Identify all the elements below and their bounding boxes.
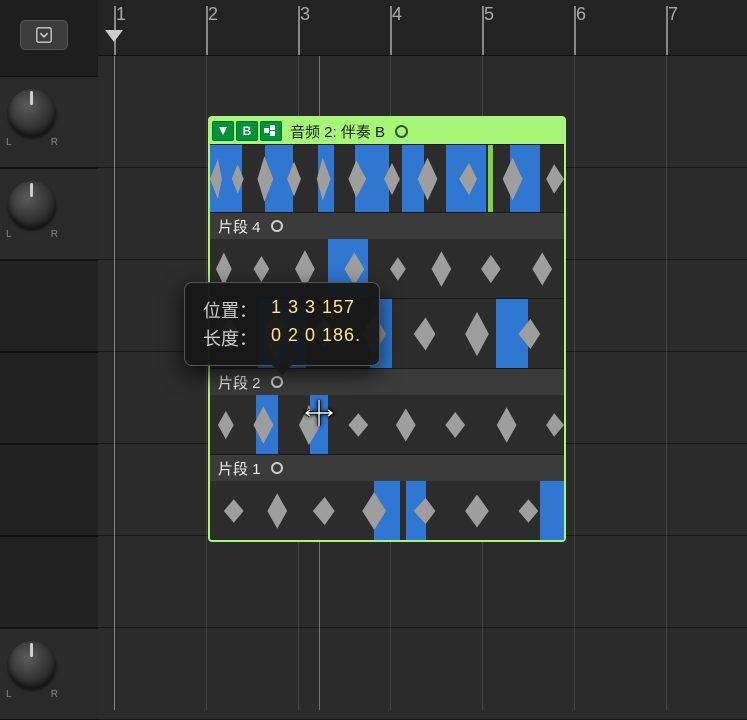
position-tooltip: 位置： 1 3 3 157 长度： 0 2 0 186. xyxy=(184,282,380,366)
take-folder-header[interactable]: B 音频 2: 伴奏 B xyxy=(210,118,564,144)
pan-knob[interactable] xyxy=(8,89,56,137)
track-row[interactable] xyxy=(98,536,747,628)
tooltip-len-label: 长度： xyxy=(203,325,257,351)
tooltip-len-value: 0 2 0 186. xyxy=(271,325,361,351)
disclosure-triangle-icon[interactable] xyxy=(212,121,234,141)
ruler-label: 2 xyxy=(208,4,218,25)
timeline-ruler[interactable]: 1 2 3 4 5 6 7 xyxy=(98,0,747,56)
comp-lane[interactable] xyxy=(210,144,564,212)
ruler-label: 4 xyxy=(392,4,402,25)
take-folder-title: 音频 2: 伴奏 B xyxy=(290,121,385,142)
take-indicator-icon xyxy=(271,220,283,232)
playhead-marker[interactable] xyxy=(105,30,123,42)
track-header[interactable] xyxy=(0,260,98,352)
take-label: 片段 2 xyxy=(218,372,261,393)
menu-button[interactable] xyxy=(20,20,68,50)
track-header[interactable] xyxy=(0,352,98,444)
track-header[interactable] xyxy=(0,444,98,536)
take-header[interactable]: 片段 4 xyxy=(210,213,564,239)
take-header[interactable]: 片段 1 xyxy=(210,455,564,481)
ruler-label: 7 xyxy=(668,4,678,25)
ruler-label: 1 xyxy=(116,4,126,25)
track-header[interactable]: LR xyxy=(0,76,98,168)
tooltip-pos-value: 1 3 3 157 xyxy=(271,297,355,323)
track-header[interactable]: LR xyxy=(0,628,98,720)
ruler-label: 5 xyxy=(484,4,494,25)
pan-knob[interactable] xyxy=(8,641,56,689)
take-header[interactable]: 片段 2 xyxy=(210,369,564,395)
pan-labels: LR xyxy=(6,689,58,700)
pan-labels: LR xyxy=(6,229,58,240)
take-indicator-icon xyxy=(271,462,283,474)
chevron-down-in-box-icon xyxy=(35,26,53,44)
take-label: 片段 1 xyxy=(218,458,261,479)
ruler-label: 3 xyxy=(300,4,310,25)
tooltip-pos-label: 位置： xyxy=(203,297,257,323)
pan-knob[interactable] xyxy=(8,181,56,229)
comp-icon[interactable] xyxy=(260,121,282,141)
track-row[interactable] xyxy=(98,628,747,720)
take-lane[interactable]: 片段 2 xyxy=(210,368,564,454)
ruler-label: 6 xyxy=(576,4,586,25)
loop-indicator-icon xyxy=(395,125,408,138)
track-header[interactable] xyxy=(0,536,98,628)
pan-labels: LR xyxy=(6,137,58,148)
track-header[interactable]: LR xyxy=(0,168,98,260)
quick-swipe-b-button[interactable]: B xyxy=(236,121,258,141)
take-indicator-icon xyxy=(271,376,283,388)
take-lane[interactable]: 片段 1 xyxy=(210,454,564,540)
left-panel: LR LR LR xyxy=(0,0,98,710)
take-label: 片段 4 xyxy=(218,216,261,237)
